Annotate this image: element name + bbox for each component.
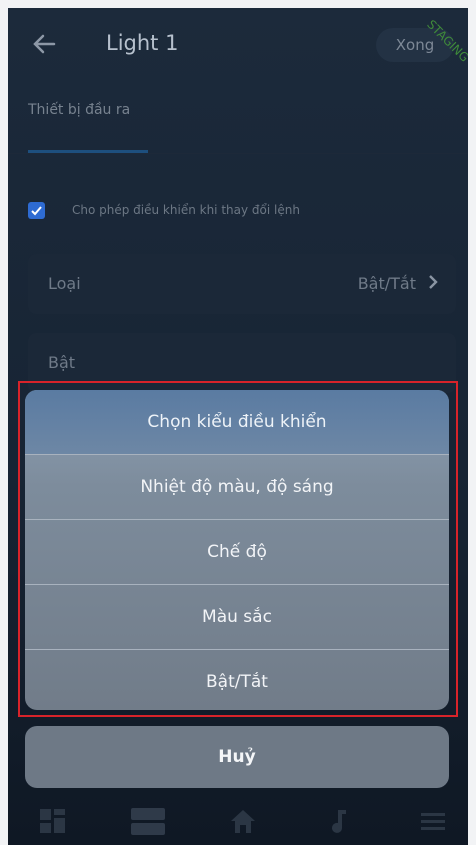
- checkmark-icon: [31, 206, 42, 216]
- allow-control-label: Cho phép điều khiển khi thay đổi lệnh: [72, 203, 300, 217]
- page-title: Light 1: [106, 31, 179, 55]
- bottom-nav: [8, 800, 468, 845]
- type-field[interactable]: Loại Bật/Tắt: [28, 254, 456, 314]
- divider: [8, 153, 468, 154]
- highlight-box: [18, 381, 458, 717]
- allow-control-checkbox[interactable]: [28, 202, 45, 219]
- chevron-right-icon: [429, 275, 438, 289]
- app-bar: Light 1 Xong STAGING: [8, 8, 468, 80]
- music-icon[interactable]: [326, 806, 356, 836]
- home-icon[interactable]: [228, 806, 258, 836]
- panels-icon[interactable]: [130, 806, 166, 836]
- menu-icon[interactable]: [418, 806, 448, 836]
- back-arrow-icon[interactable]: [30, 30, 58, 58]
- type-label: Loại: [48, 274, 81, 293]
- tab-output-device[interactable]: Thiết bị đầu ra: [28, 102, 130, 118]
- type-value: Bật/Tắt: [357, 274, 416, 293]
- on-label: Bật: [48, 353, 76, 372]
- grid-icon[interactable]: [38, 806, 68, 836]
- cancel-button[interactable]: Huỷ: [25, 726, 449, 788]
